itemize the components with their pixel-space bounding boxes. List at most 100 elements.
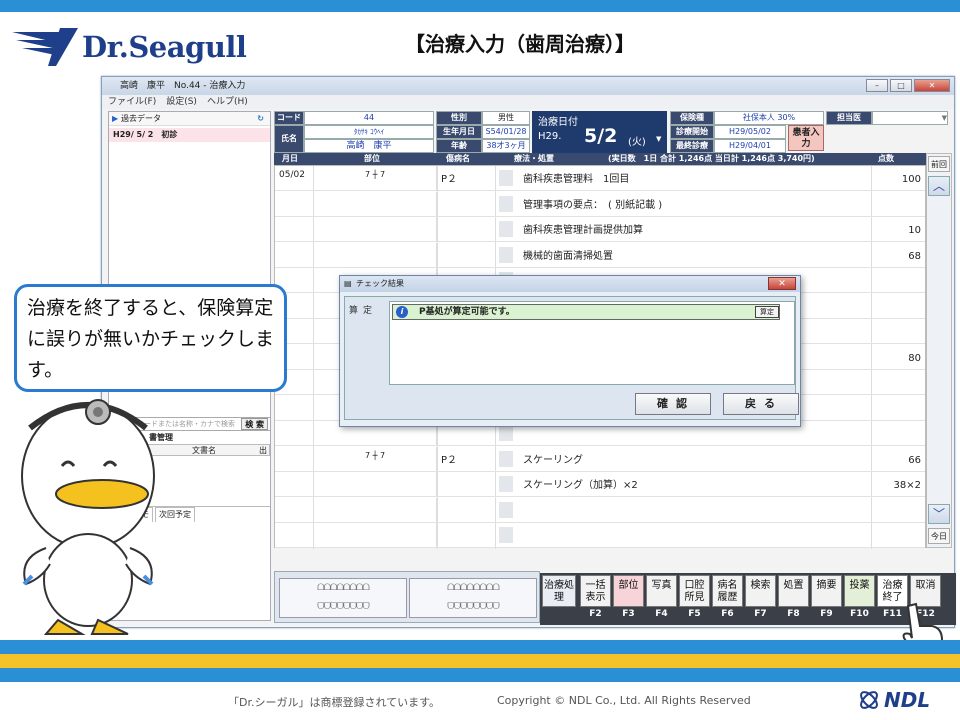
footer-copyright: Copyright © NDL Co., Ltd. All Rights Res… [497, 694, 751, 707]
table-row[interactable] [275, 523, 925, 548]
row-tooth: 7 ┼ 7 [364, 450, 386, 460]
fkey-f5[interactable]: 口腔所見 [679, 575, 710, 607]
dialog-titlebar: ▤ チェック結果 ✕ [340, 276, 800, 292]
table-row[interactable]: 歯科疾患管理計画提供加算 10 [275, 217, 925, 242]
previous-button[interactable]: 前回 [928, 156, 950, 172]
scroll-down-button[interactable]: ﹀ [928, 504, 950, 524]
fkey-label: F9 [820, 609, 833, 619]
name-label: 氏名 [274, 125, 304, 153]
window-controls: – □ ✕ [866, 79, 950, 92]
today-button[interactable]: 今日 [928, 528, 950, 544]
row-disease: P２ [441, 174, 458, 185]
dialog-title: チェック結果 [356, 279, 404, 288]
row-check[interactable] [499, 195, 513, 212]
fkey-f8[interactable]: 処置 [778, 575, 809, 607]
top-stripe [0, 0, 960, 12]
row-part[interactable] [313, 217, 437, 241]
confirm-button[interactable]: 確認 [635, 393, 711, 415]
insurance-label: 保険種 [670, 111, 714, 125]
row-part[interactable] [313, 472, 437, 496]
dialog-close-button[interactable]: ✕ [768, 277, 796, 290]
menu-settings[interactable]: 設定(S) [166, 95, 197, 109]
row-part[interactable]: 7 ┼ 7 [313, 446, 437, 471]
row-check[interactable] [499, 501, 513, 518]
last-label: 最終診療 [670, 139, 714, 153]
fkey-f10[interactable]: 投薬 [844, 575, 875, 607]
col-procedure: 療法・処置 [514, 154, 554, 163]
menu-bar: ファイル(F) 設定(S) ヘルプ(H) [102, 95, 954, 109]
ndl-logo-icon [860, 691, 878, 709]
speech-bubble: 治療を終了すると、保険算定に誤りが無いかチェックします。 [14, 284, 287, 392]
row-date: 05/02 [279, 170, 305, 180]
minimize-button[interactable]: – [866, 79, 888, 92]
table-summary: (実日数 1日 合計 1,246点 当日計 1,246点 3,740円) [608, 154, 815, 163]
calc-label: 算定 [349, 306, 378, 316]
table-row[interactable]: 管理事項の要点： ( 別紙記載 ) [275, 191, 925, 217]
past-data-header[interactable]: ▶ 過去データ ↻ [109, 112, 270, 126]
row-part[interactable] [313, 242, 437, 267]
treatment-process-button[interactable]: 治療処理 [542, 575, 576, 607]
bottom-stripes [0, 640, 960, 682]
past-data-label: 過去データ [121, 114, 161, 123]
close-button[interactable]: ✕ [914, 79, 950, 92]
menu-file[interactable]: ファイル(F) [108, 95, 156, 109]
insurance-type: 社保本人 30% [714, 111, 824, 125]
check-result-list: i P基処が算定可能です。 算定 [389, 301, 795, 385]
scroll-up-button[interactable]: ︿ [928, 176, 950, 196]
calc-tag-button[interactable]: 算定 [755, 306, 779, 318]
fkey-f7[interactable]: 検索 [745, 575, 776, 607]
table-row[interactable]: 05/02 7 ┼ 7 P２ 歯科疾患管理料 1回目 100 [275, 166, 925, 191]
patient-age: 38才3ヶ月 [482, 139, 530, 153]
refresh-icon[interactable]: ↻ [257, 112, 264, 126]
table-row[interactable]: 機械的歯面清掃処置 68 [275, 242, 925, 268]
table-row[interactable]: 7 ┼ 7 P２ スケーリング 66 [275, 446, 925, 472]
row-check[interactable] [499, 527, 513, 543]
fkey-f3[interactable]: 部位 [613, 575, 644, 607]
teeth-right[interactable]: ᗝᗝᗝᗝᗝᗝᗝᗝ ᗜᗜᗜᗜᗜᗜᗜᗜ [279, 578, 407, 618]
row-procedure: 歯科疾患管理料 1回目 [523, 174, 630, 185]
treatment-date-box[interactable]: 治療日付 H29. 5/2 (火) ▼ [532, 111, 667, 153]
fkey-f6[interactable]: 病名履歴 [712, 575, 743, 607]
row-check[interactable] [499, 221, 513, 237]
col-date: 月日 [282, 154, 298, 163]
window-title: 高崎 康平 No.44 - 治療入力 [120, 81, 246, 91]
col-disease: 傷病名 [446, 154, 470, 163]
table-row[interactable] [275, 497, 925, 523]
maximize-button[interactable]: □ [890, 79, 912, 92]
window-titlebar: 高崎 康平 No.44 - 治療入力 – □ ✕ [102, 77, 954, 95]
row-part[interactable] [313, 497, 437, 522]
row-part[interactable] [313, 191, 437, 216]
row-disease: P２ [441, 454, 458, 466]
table-row[interactable]: スケーリング（加算）×2 38×2 [275, 472, 925, 497]
date-dropdown-icon[interactable]: ▼ [656, 135, 661, 143]
row-check[interactable] [499, 425, 513, 441]
doctor-select[interactable]: ▼ [872, 111, 948, 125]
teeth-diagram[interactable]: ᗝᗝᗝᗝᗝᗝᗝᗝ ᗜᗜᗜᗜᗜᗜᗜᗜ ᗝᗝᗝᗝᗝᗝᗝᗝ ᗜᗜᗜᗜᗜᗜᗜᗜ [274, 571, 540, 623]
search-button[interactable]: 検 索 [241, 418, 268, 430]
patient-code: 44 [304, 111, 434, 125]
row-check[interactable] [499, 246, 513, 263]
check-message-row[interactable]: i P基処が算定可能です。 算定 [392, 304, 780, 320]
function-key-bar: 治療処理 一括表示 F2 部位 F3 写真 F4 口腔所見 F5 病名履歴 F6 検索 F7 処置 F8 摘… [540, 573, 956, 625]
dob-label: 生年月日 [436, 125, 482, 139]
row-check[interactable] [499, 170, 513, 186]
teeth-left[interactable]: ᗝᗝᗝᗝᗝᗝᗝᗝ ᗜᗜᗜᗜᗜᗜᗜᗜ [409, 578, 537, 618]
back-button[interactable]: 戻る [723, 393, 799, 415]
fkey-f9[interactable]: 摘要 [811, 575, 842, 607]
menu-help[interactable]: ヘルプ(H) [207, 95, 248, 109]
fkey-label: F3 [622, 609, 635, 619]
row-check[interactable] [499, 476, 513, 492]
check-message: P基処が算定可能です。 [419, 307, 515, 317]
age-label: 年齢 [436, 139, 482, 153]
treatment-dow: (火) [628, 137, 646, 148]
check-result-dialog: ▤ チェック結果 ✕ 算定 i P基処が算定可能です。 算定 確認 戻る [339, 275, 801, 427]
fkey-label: F10 [850, 609, 869, 619]
history-row[interactable]: H29/ 5/ 2 初診 [109, 128, 270, 142]
row-part[interactable] [313, 523, 437, 547]
expand-arrow-icon: ▶ [112, 114, 119, 123]
fkey-f4[interactable]: 写真 [646, 575, 677, 607]
fkey-f2[interactable]: 一括表示 [580, 575, 611, 607]
row-part[interactable]: 7 ┼ 7 [313, 166, 437, 190]
patient-input-button[interactable]: 患者入力 [788, 125, 824, 151]
row-check[interactable] [499, 450, 513, 467]
